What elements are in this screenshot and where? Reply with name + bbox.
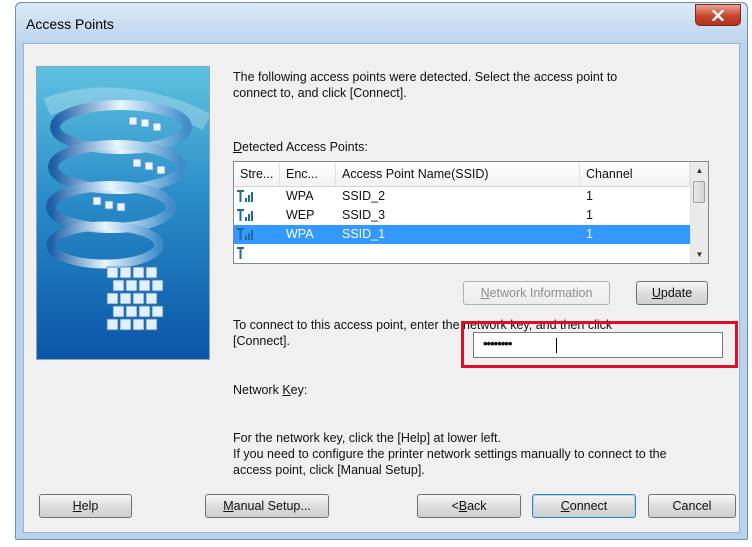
signal-strength-icon — [237, 209, 253, 221]
access-point-list[interactable]: Stre... Enc... Access Point Name(SSID) C… — [233, 161, 709, 264]
signal-strength-icon — [237, 228, 253, 240]
highlight-box — [461, 321, 738, 368]
access-points-dialog: Access Points The following access point… — [15, 2, 748, 540]
row-channel: 1 — [586, 189, 593, 203]
row-encryption: WPA — [286, 227, 314, 241]
scroll-down-button[interactable]: ▼ — [691, 246, 708, 263]
arrow-up-icon: ▲ — [695, 166, 704, 175]
list-item[interactable] — [234, 244, 690, 263]
column-header-strength[interactable]: Stre... — [234, 162, 280, 186]
signal-strength-icon — [237, 247, 244, 259]
detected-label-rest: etected Access Points: — [242, 140, 368, 154]
intro-text-line-2: connect to, and click [Connect]. — [233, 86, 407, 100]
intro-text-line-1: The following access points were detecte… — [233, 70, 618, 84]
manual-setup-button[interactable]: Manual Setup... — [205, 494, 329, 518]
connect-button[interactable]: Connect — [532, 494, 636, 518]
title-bar[interactable]: Access Points — [16, 3, 747, 43]
row-ssid: SSID_1 — [342, 227, 386, 241]
update-label: pdate — [660, 286, 693, 300]
row-channel: 1 — [586, 227, 593, 241]
list-item[interactable]: WPA SSID_2 1 — [234, 187, 690, 206]
network-key-label-post: ey: — [290, 383, 308, 397]
column-header-encryption[interactable]: Enc... — [280, 162, 336, 186]
network-key-label-pre: Network — [233, 383, 283, 397]
column-header-channel[interactable]: Channel — [580, 162, 690, 186]
setup-illustration — [36, 66, 210, 360]
network-information-button[interactable]: Network Information — [463, 281, 610, 305]
arrow-down-icon: ▼ — [695, 250, 704, 259]
list-item[interactable]: WEP SSID_3 1 — [234, 206, 690, 225]
row-channel: 1 — [586, 208, 593, 222]
row-ssid: SSID_3 — [342, 208, 386, 222]
list-scrollbar[interactable]: ▲ ▼ — [690, 162, 708, 263]
manual-setup-label: anual Setup... — [233, 499, 311, 513]
back-button[interactable]: <Back — [417, 494, 521, 518]
connect-instruction-line-2: [Connect]. — [233, 334, 290, 348]
help-text-line-2: If you need to configure the printer net… — [233, 447, 667, 461]
detected-access-points-label: Detected Access Points: — [233, 140, 368, 154]
cancel-button[interactable]: Cancel — [648, 494, 736, 518]
list-item-selected[interactable]: WPA SSID_1 1 — [234, 225, 690, 244]
update-button[interactable]: Update — [636, 281, 708, 305]
network-information-label: etwork Information — [489, 286, 593, 300]
row-encryption: WEP — [286, 208, 315, 222]
back-label-post: ack — [467, 499, 487, 513]
row-ssid: SSID_2 — [342, 189, 386, 203]
connect-label: onnect — [569, 499, 608, 513]
dialog-title: Access Points — [26, 16, 114, 32]
dialog-body: The following access points were detecte… — [23, 43, 740, 533]
list-header: Stre... Enc... Access Point Name(SSID) C… — [234, 162, 690, 187]
close-button[interactable] — [695, 4, 741, 26]
network-key-label: Network Key: — [233, 383, 308, 397]
row-encryption: WPA — [286, 189, 314, 203]
help-text-line-3: access point, click [Manual Setup]. — [233, 463, 425, 477]
column-header-ssid[interactable]: Access Point Name(SSID) — [336, 162, 580, 186]
signal-strength-icon — [237, 190, 253, 202]
help-text-line-1: For the network key, click the [Help] at… — [233, 431, 501, 445]
help-button[interactable]: Help — [39, 494, 132, 518]
scroll-up-button[interactable]: ▲ — [691, 162, 708, 179]
close-x-icon — [712, 9, 724, 21]
back-label-pre: < — [451, 499, 459, 513]
help-label: elp — [81, 499, 99, 513]
scroll-thumb[interactable] — [693, 181, 705, 203]
